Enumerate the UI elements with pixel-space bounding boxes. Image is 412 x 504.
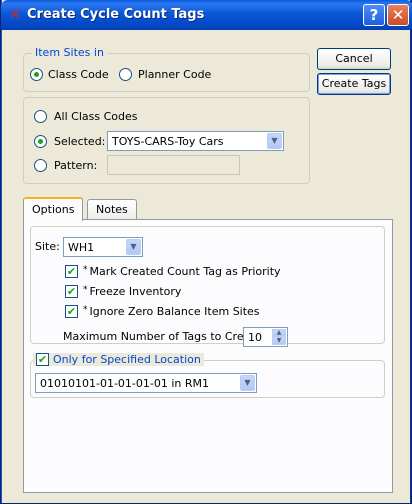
- class-code-radio[interactable]: [30, 68, 43, 81]
- close-button[interactable]: ✕: [387, 4, 409, 26]
- options-panel: Site: WH1 ▼ ✔ * Mark Created Count Tag as…: [30, 226, 385, 347]
- item-sites-group: Item Sites in Class Code Planner Code: [23, 46, 310, 92]
- mark-priority-text: * Mark Created Count Tag as Priority: [83, 265, 281, 278]
- freeze-inventory-label: Freeze Inventory: [89, 285, 182, 298]
- location-legend: ✔ Only for Specified Location: [33, 353, 204, 366]
- mark-priority-label: Mark Created Count Tag as Priority: [89, 265, 281, 278]
- all-class-codes-label: All Class Codes: [54, 110, 138, 123]
- required-marker: *: [83, 305, 88, 315]
- spin-down-icon[interactable]: ▼: [272, 337, 286, 345]
- tab-notes[interactable]: Notes: [87, 199, 137, 221]
- item-sites-legend: Item Sites in: [32, 46, 107, 59]
- ignore-zero-checkbox[interactable]: ✔: [65, 305, 78, 318]
- site-select-value: WH1: [68, 241, 95, 254]
- site-label: Site:: [35, 240, 60, 253]
- pattern-radio[interactable]: [34, 159, 47, 172]
- only-location-checkbox[interactable]: ✔: [36, 353, 49, 366]
- app-x-icon: ✕: [9, 7, 21, 23]
- ignore-zero-label: Ignore Zero Balance Item Sites: [89, 305, 260, 318]
- max-tags-label: Maximum Number of Tags to Create:: [63, 330, 266, 343]
- selected-label: Selected:: [54, 135, 106, 148]
- site-select[interactable]: WH1 ▼: [63, 237, 143, 257]
- class-code-select[interactable]: TOYS-CARS-Toy Cars ▼: [107, 131, 284, 151]
- window-title: Create Cycle Count Tags: [27, 7, 205, 22]
- create-tags-button[interactable]: Create Tags: [317, 73, 391, 95]
- required-marker: *: [83, 265, 88, 275]
- max-tags-value: 10: [248, 331, 262, 344]
- title-bar[interactable]: ✕ Create Cycle Count Tags ? ✕: [1, 0, 412, 30]
- chevron-down-icon[interactable]: ▼: [240, 375, 255, 391]
- class-code-select-value: TOYS-CARS-Toy Cars: [112, 135, 224, 148]
- all-class-codes-radio[interactable]: [34, 110, 47, 123]
- required-marker: *: [83, 285, 88, 295]
- only-location-label: Only for Specified Location: [53, 353, 201, 366]
- location-select[interactable]: 01010101-01-01-01-01 in RM1 ▼: [35, 373, 257, 393]
- help-button[interactable]: ?: [363, 4, 385, 26]
- freeze-inventory-text: * Freeze Inventory: [83, 285, 181, 298]
- spin-up-icon[interactable]: ▲: [272, 329, 286, 337]
- planner-code-label: Planner Code: [138, 68, 212, 81]
- class-code-label: Class Code: [48, 68, 109, 81]
- class-code-selection-panel: All Class Codes Selected: TOYS-CARS-Toy …: [23, 97, 310, 184]
- pattern-input[interactable]: [107, 155, 240, 175]
- dialog-window: ✕ Create Cycle Count Tags ? ✕ Item Sites…: [0, 0, 412, 504]
- tab-options[interactable]: Options: [23, 197, 84, 221]
- pattern-label: Pattern:: [54, 159, 98, 172]
- chevron-down-icon[interactable]: ▼: [126, 239, 141, 255]
- freeze-inventory-checkbox[interactable]: ✔: [65, 285, 78, 298]
- cancel-button[interactable]: Cancel: [317, 48, 391, 70]
- location-select-value: 01010101-01-01-01-01 in RM1: [40, 377, 210, 390]
- mark-priority-checkbox[interactable]: ✔: [65, 265, 78, 278]
- location-group: ✔ Only for Specified Location 01010101-0…: [30, 353, 385, 398]
- planner-code-radio[interactable]: [119, 68, 132, 81]
- selected-radio[interactable]: [34, 135, 47, 148]
- options-tab-pane: Site: WH1 ▼ ✔ * Mark Created Count Tag as…: [23, 219, 393, 493]
- chevron-down-icon[interactable]: ▼: [267, 133, 282, 149]
- ignore-zero-text: * Ignore Zero Balance Item Sites: [83, 305, 260, 318]
- max-tags-spinbox[interactable]: 10 ▲ ▼: [243, 327, 288, 347]
